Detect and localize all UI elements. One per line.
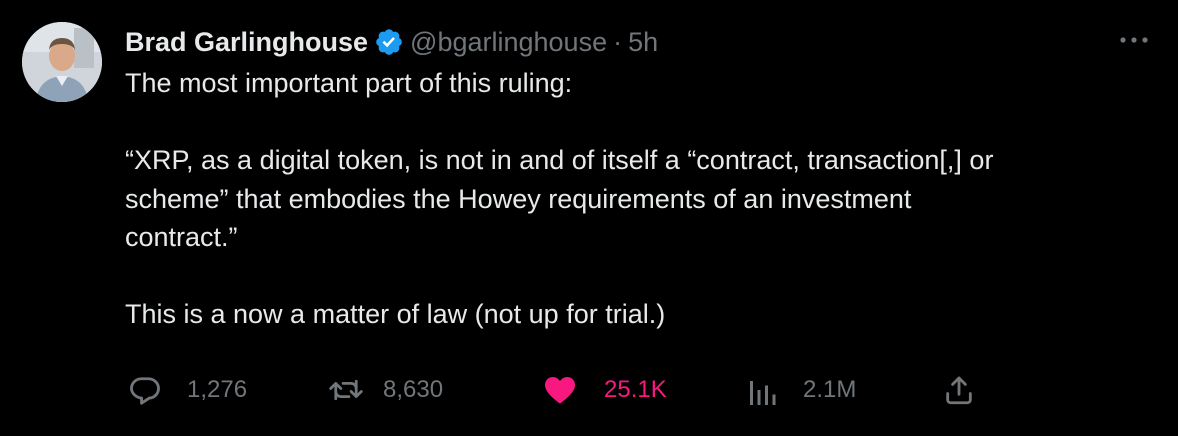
- tweet-text: The most important part of this ruling: …: [125, 64, 1135, 334]
- author-name[interactable]: Brad Garlinghouse: [125, 27, 368, 58]
- views-button[interactable]: 2.1M: [747, 370, 856, 410]
- more-icon: [1120, 37, 1148, 43]
- retweet-icon: [329, 379, 363, 401]
- reply-button[interactable]: 1,276: [127, 370, 247, 410]
- tweet-timestamp[interactable]: 5h: [628, 27, 658, 58]
- tweet-actions: 1,276 8,630 25.1K 2.1M: [127, 370, 987, 410]
- header-separator: ·: [613, 26, 623, 57]
- verified-badge-icon: [374, 27, 404, 57]
- like-button[interactable]: 25.1K: [542, 370, 667, 410]
- tweet-text-line: The most important part of this ruling:: [125, 68, 573, 98]
- views-icon: [750, 381, 776, 405]
- views-count: 2.1M: [803, 376, 857, 403]
- reply-count: 1,276: [187, 376, 248, 403]
- avatar[interactable]: [22, 22, 102, 102]
- share-icon: [946, 376, 972, 405]
- tweet-text-line: contract.”: [125, 222, 238, 252]
- author-handle[interactable]: @bgarlinghouse: [410, 27, 607, 58]
- like-count: 25.1K: [604, 376, 667, 403]
- tweet-text-line: “XRP, as a digital token, is not in and …: [125, 145, 994, 175]
- retweet-button[interactable]: 8,630: [327, 370, 443, 410]
- more-options-button[interactable]: [1117, 30, 1151, 50]
- tweet-card: Brad Garlinghouse @bgarlinghouse · 5h Th…: [0, 0, 1178, 436]
- tweet-text-line: scheme” that embodies the Howey requirem…: [125, 183, 912, 214]
- tweet-text-line: This is a now a matter of law (not up fo…: [125, 299, 666, 329]
- tweet-content: Brad Garlinghouse @bgarlinghouse · 5h Th…: [125, 22, 1135, 334]
- reply-icon: [130, 377, 160, 405]
- heart-icon: [545, 376, 575, 404]
- avatar-photo: [22, 22, 102, 102]
- tweet-header: Brad Garlinghouse @bgarlinghouse · 5h: [125, 22, 1135, 62]
- share-button[interactable]: [942, 370, 976, 410]
- retweet-count: 8,630: [383, 376, 444, 403]
